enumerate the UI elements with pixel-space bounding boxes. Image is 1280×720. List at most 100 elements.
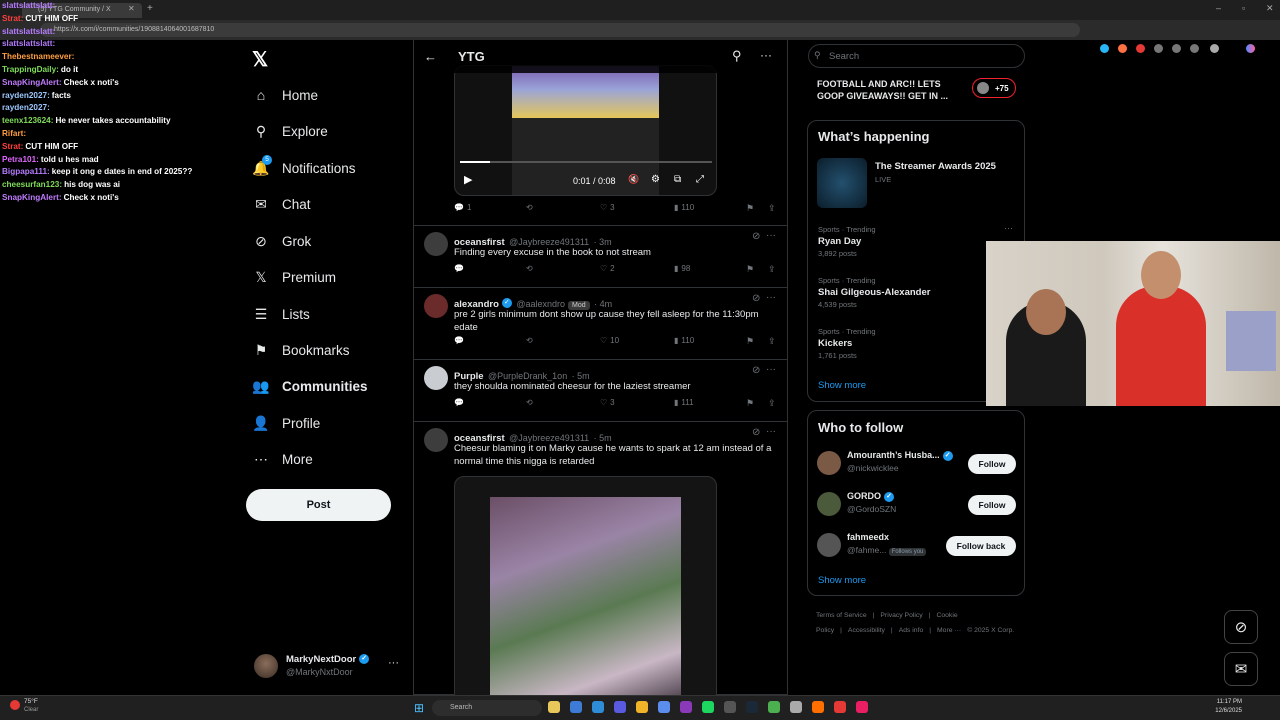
footer-link[interactable]: Terms of Service [816,612,867,619]
replies-action[interactable]: 💬 [454,264,467,273]
copilot-icon[interactable] [1246,44,1255,53]
taskbar-app-icon[interactable] [548,701,560,713]
community-promo[interactable]: FOOTBALL AND ARC!! LETS GOOP GIVEAWAYS!!… [807,70,1025,111]
nav-item-premium[interactable]: 𝕏 Premium [252,265,336,289]
share-icon[interactable]: ⇪ [768,398,776,409]
taskbar-app-icon[interactable] [812,701,824,713]
share-icon[interactable]: ⇪ [768,264,776,275]
likes-action[interactable]: ♡ 10 [600,336,619,345]
account-switcher[interactable]: MarkyNextDoor ✓ @MarkyNxtDoor ··· [254,652,404,682]
post[interactable]: oceansfirst @Jaybreeze491311 · 3m ⊘ ··· Fin… [414,226,787,288]
footer-link[interactable]: Accessibility [848,627,885,634]
show-more-link[interactable]: Show more [818,575,866,586]
extension-icon[interactable] [1190,44,1199,53]
extension-icon[interactable] [1100,44,1109,53]
taskbar-app-icon[interactable] [702,701,714,713]
nav-item-more[interactable]: ⋯ More [252,447,313,471]
follow-suggestion[interactable]: fahmeedx @fahme... Follows you Follow back [817,531,1017,561]
more-options-icon[interactable]: ··· [760,48,772,62]
replies-action[interactable]: 💬 [454,336,467,345]
reposts-action[interactable]: ⟲ [526,336,536,345]
grok-icon[interactable]: ⊘ [752,293,760,304]
taskbar-app-icon[interactable] [658,701,670,713]
play-icon[interactable]: ▶ [464,173,472,186]
search-input[interactable]: Search [808,44,1025,68]
event-name[interactable]: The Streamer Awards 2025 [875,161,996,172]
more-options-icon[interactable]: ··· [766,292,776,303]
taskbar-app-icon[interactable] [680,701,692,713]
follow-button[interactable]: Follow [968,495,1016,515]
views-action[interactable]: ▮ 110 [674,203,694,212]
likes-action[interactable]: ♡ 3 [600,203,615,212]
nav-item-home[interactable]: ⌂ Home [252,83,318,107]
extension-icon[interactable] [1136,44,1145,53]
replies-action[interactable]: 💬 1 [454,203,471,212]
taskbar-app-icon[interactable] [614,701,626,713]
maximize-icon[interactable]: ▫ [1242,3,1245,13]
show-more-link[interactable]: Show more [818,380,866,391]
views-action[interactable]: ▮ 98 [674,264,690,273]
nav-item-bookmarks[interactable]: ⚑ Bookmarks [252,338,350,362]
bookmark-icon[interactable]: ⚑ [746,336,754,347]
nav-item-notifications[interactable]: 🔔 Notifications 5 [252,155,356,180]
likes-action[interactable]: ♡ 3 [600,398,615,407]
footer-link[interactable]: Privacy Policy [880,612,922,619]
post[interactable]: alexandro ✓ @aalexndro Mod · 4m ⊘ ··· pre 2 g… [414,288,787,360]
taskbar-app-icon[interactable] [790,701,802,713]
avatar[interactable] [424,428,448,452]
more-options-icon[interactable]: ··· [388,657,399,669]
likes-action[interactable]: ♡ 2 [600,264,615,273]
replies-action[interactable]: 💬 [454,398,467,407]
grok-icon[interactable]: ⊘ [752,365,760,376]
extension-icon[interactable] [1172,44,1181,53]
taskbar-search[interactable]: Search [432,700,542,716]
more-options-icon[interactable]: ··· [1004,223,1013,233]
x-logo-icon[interactable]: 𝕏 [252,47,268,72]
more-options-icon[interactable]: ··· [766,364,776,375]
share-icon[interactable]: ⇪ [768,336,776,347]
minimize-icon[interactable]: – [1216,3,1221,13]
taskbar-app-icon[interactable] [592,701,604,713]
views-action[interactable]: ▮ 111 [674,398,694,407]
grok-icon[interactable]: ⊘ [752,427,760,438]
messages-float-button[interactable]: ✉ [1224,652,1258,686]
close-window-icon[interactable]: ✕ [1266,3,1274,14]
follow-button[interactable]: Follow back [946,536,1016,556]
post[interactable]: oceansfirst @Jaybreeze491311 · 5m ⊘ ··· Che… [414,422,787,695]
nav-item-profile[interactable]: 👤 Profile [252,411,320,435]
taskbar-app-icon[interactable] [724,701,736,713]
video-player[interactable]: ▶ 0:01 / 0:08 🔇 ⚙ ⧉ ⤢ [454,65,717,196]
footer-link[interactable]: © 2025 X Corp. [967,627,1014,634]
more-options-icon[interactable]: ··· [766,426,776,437]
taskbar-app-icon[interactable] [636,701,648,713]
reposts-action[interactable]: ⟲ [526,264,536,273]
taskbar-app-icon[interactable] [768,701,780,713]
extension-icon[interactable] [1154,44,1163,53]
footer-link[interactable]: More ··· [937,627,961,634]
extension-icon[interactable] [1118,44,1127,53]
bookmark-icon[interactable]: ⚑ [746,398,754,409]
nav-item-grok[interactable]: ⊘ Grok [252,229,311,253]
fullscreen-icon[interactable]: ⤢ [696,174,704,185]
back-arrow-icon[interactable]: ← [424,49,437,64]
post-button[interactable]: Post [246,489,391,521]
taskbar-app-icon[interactable] [746,701,758,713]
post[interactable]: Purple @PurpleDrank_1on · 5m ⊘ ··· they sho… [414,360,787,422]
settings-icon[interactable]: ⚙ [651,174,660,185]
follow-suggestion[interactable]: GORDO ✓ @GordoSZN Follow [817,490,1017,520]
pip-icon[interactable]: ⧉ [674,174,681,185]
avatar[interactable] [424,294,448,318]
reposts-action[interactable]: ⟲ [526,203,536,212]
taskbar-app-icon[interactable] [834,701,846,713]
nav-item-chat[interactable]: ✉ Chat [252,192,310,216]
bookmark-icon[interactable]: ⚑ [746,264,754,275]
footer-link[interactable]: Ads info [899,627,924,634]
video-player[interactable] [454,476,717,695]
more-options-icon[interactable]: ··· [766,230,776,241]
nav-item-lists[interactable]: ☰ Lists [252,302,310,326]
follow-suggestion[interactable]: Amouranth’s Husba... ✓ @nickwicklee Follow [817,449,1017,479]
grok-float-button[interactable]: ⊘ [1224,610,1258,644]
avatar[interactable] [424,232,448,256]
nav-item-explore[interactable]: ⚲ Explore [252,119,328,143]
weather-icon[interactable] [10,700,20,710]
